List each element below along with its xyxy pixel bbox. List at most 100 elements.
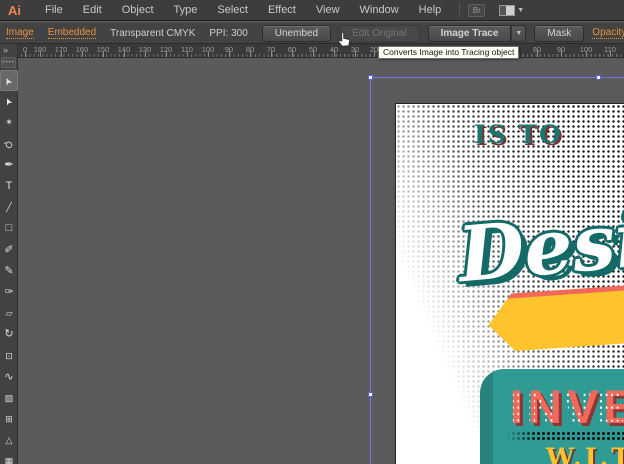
free-transform-tool[interactable]: ▧ bbox=[0, 388, 18, 409]
ruler-tick bbox=[103, 51, 104, 57]
ruler-tick bbox=[334, 51, 335, 57]
image-link[interactable]: Image bbox=[6, 27, 34, 39]
rectangle-tool[interactable]: □ bbox=[0, 218, 18, 239]
selection-tool[interactable]: ➤ bbox=[0, 70, 18, 91]
lasso-icon: Q bbox=[3, 139, 14, 150]
rectangle-icon: □ bbox=[6, 223, 13, 234]
poster-ribbon-text: IS TO bbox=[474, 120, 563, 149]
selection-bbox-top[interactable] bbox=[370, 77, 624, 78]
workspace-switcher-button[interactable]: ▼ bbox=[499, 5, 524, 16]
ruler-tick bbox=[208, 51, 209, 57]
menu-object[interactable]: Object bbox=[112, 4, 164, 16]
menu-help[interactable]: Help bbox=[409, 4, 452, 16]
color-mode-label: Transparent CMYK bbox=[110, 28, 195, 39]
ruler-tick bbox=[166, 51, 167, 57]
menu-type[interactable]: Type bbox=[164, 4, 208, 16]
perspective-grid-icon: △ bbox=[6, 436, 13, 445]
menu-window[interactable]: Window bbox=[350, 4, 409, 16]
ruler-tick bbox=[40, 51, 41, 57]
ruler-tick bbox=[292, 51, 293, 57]
menubar-separator bbox=[459, 3, 460, 17]
selection-handle-topcenter[interactable] bbox=[596, 75, 601, 80]
width-tool[interactable]: ∿ bbox=[0, 367, 18, 388]
menu-file[interactable]: File bbox=[35, 4, 73, 16]
paintbrush-tool[interactable]: ✐ bbox=[0, 240, 18, 261]
ppi-label: PPI: 300 bbox=[209, 28, 247, 39]
control-bar: Image Embedded Transparent CMYK PPI: 300… bbox=[0, 22, 624, 44]
blob-brush-icon: ✑ bbox=[4, 287, 13, 298]
tools-list: ➤➤✶Q✒T╱□✐✎✑▱↻⊡∿▧⊞△▦✒ bbox=[0, 70, 18, 464]
menu-view[interactable]: View bbox=[306, 4, 350, 16]
ruler-tick bbox=[61, 51, 62, 57]
ruler-tick bbox=[229, 51, 230, 57]
pencil-icon: ✎ bbox=[4, 266, 13, 277]
ruler-tick bbox=[313, 51, 314, 57]
horizontal-ruler[interactable]: 0180170160150140130120110100908070605040… bbox=[0, 44, 624, 58]
poster-teal-panel: INVE INVE W.I.T bbox=[480, 369, 624, 464]
ruler-tick bbox=[561, 51, 562, 57]
poster-dotted-divider bbox=[506, 431, 624, 440]
paintbrush-icon: ✐ bbox=[4, 245, 13, 256]
artboard[interactable]: Desig IS TO INVE INVE W.I.T bbox=[395, 103, 624, 464]
selection-icon: ➤ bbox=[3, 75, 16, 87]
tooltip: Converts Image into Tracing object bbox=[378, 46, 519, 59]
ruler-tick bbox=[355, 51, 356, 57]
mesh-tool[interactable]: ▦ bbox=[0, 451, 18, 464]
ruler-tick bbox=[586, 51, 587, 57]
ruler-tick bbox=[374, 51, 375, 57]
poster-with-text: W.I.T bbox=[546, 443, 624, 464]
ruler-tick bbox=[537, 51, 538, 57]
shape-builder-tool[interactable]: ⊞ bbox=[0, 409, 18, 430]
unembed-button[interactable]: Unembed bbox=[262, 25, 331, 42]
pencil-tool[interactable]: ✎ bbox=[0, 261, 18, 282]
tools-expand-button[interactable]: » bbox=[3, 45, 8, 55]
menu-bar: Ai FileEditObjectTypeSelectEffectViewWin… bbox=[0, 0, 624, 21]
opacity-link[interactable]: Opacity: bbox=[592, 27, 624, 39]
ruler-tick bbox=[145, 51, 146, 57]
tools-panel: » •••• ➤➤✶Q✒T╱□✐✎✑▱↻⊡∿▧⊞△▦✒ bbox=[0, 44, 18, 464]
app-logo[interactable]: Ai bbox=[8, 3, 21, 18]
ruler-tick bbox=[271, 51, 272, 57]
ruler-tick bbox=[25, 51, 26, 57]
image-trace-split-button: Image Trace ▼ bbox=[428, 25, 527, 42]
scale-tool[interactable]: ⊡ bbox=[0, 345, 18, 366]
scale-icon: ⊡ bbox=[5, 352, 13, 361]
selection-bbox-left[interactable] bbox=[370, 77, 371, 464]
tools-panel-grip[interactable]: •••• bbox=[1, 57, 16, 68]
image-trace-dropdown[interactable]: ▼ bbox=[511, 25, 526, 42]
ruler-tick bbox=[610, 51, 611, 57]
ruler-tick bbox=[187, 51, 188, 57]
mesh-icon: ▦ bbox=[5, 457, 14, 464]
magic-wand-icon: ✶ bbox=[5, 118, 13, 127]
menu-edit[interactable]: Edit bbox=[73, 4, 112, 16]
embedded-link[interactable]: Embedded bbox=[48, 27, 96, 39]
lasso-tool[interactable]: Q bbox=[0, 134, 18, 155]
image-trace-button[interactable]: Image Trace bbox=[428, 25, 512, 42]
selection-handle-topleft[interactable] bbox=[368, 75, 373, 80]
ruler-tick bbox=[82, 51, 83, 57]
shape-builder-icon: ⊞ bbox=[5, 415, 13, 424]
direct-selection-icon: ➤ bbox=[3, 96, 14, 107]
illustrator-window: Desig IS TO INVE INVE W.I.T 018017016015… bbox=[0, 0, 624, 464]
menu-effect[interactable]: Effect bbox=[258, 4, 306, 16]
menu-select[interactable]: Select bbox=[207, 4, 258, 16]
type-tool[interactable]: T bbox=[0, 176, 18, 197]
mask-button[interactable]: Mask bbox=[534, 25, 584, 42]
bridge-button[interactable]: Br bbox=[468, 4, 485, 17]
type-icon: T bbox=[6, 181, 13, 192]
perspective-grid-tool[interactable]: △ bbox=[0, 430, 18, 451]
selection-handle-middleleft[interactable] bbox=[368, 392, 373, 397]
pen-icon: ✒ bbox=[4, 160, 13, 171]
blob-brush-tool[interactable]: ✑ bbox=[0, 282, 18, 303]
workspace-icon bbox=[499, 5, 515, 16]
width-icon: ∿ bbox=[4, 372, 13, 383]
line-segment-tool[interactable]: ╱ bbox=[0, 197, 18, 218]
pen-tool[interactable]: ✒ bbox=[0, 155, 18, 176]
magic-wand-tool[interactable]: ✶ bbox=[0, 112, 18, 133]
chevron-down-icon: ▼ bbox=[515, 30, 522, 37]
eraser-tool[interactable]: ▱ bbox=[0, 303, 18, 324]
line-segment-icon: ╱ bbox=[6, 203, 11, 212]
chevron-down-icon: ▼ bbox=[517, 7, 524, 14]
rotate-tool[interactable]: ↻ bbox=[0, 324, 18, 345]
direct-selection-tool[interactable]: ➤ bbox=[0, 91, 18, 112]
